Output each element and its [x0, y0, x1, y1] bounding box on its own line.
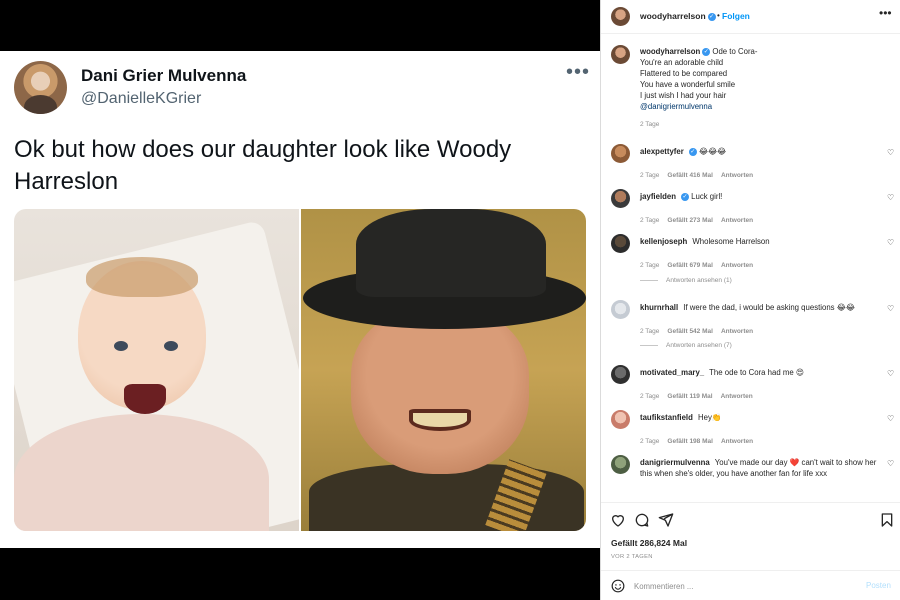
reply-button[interactable]: Antworten: [721, 262, 753, 269]
post-header: woodyharrelson ✓ • Folgen •••: [601, 0, 900, 34]
comment-text: Hey👏: [698, 413, 722, 422]
comment-item: alexpettyfer ✓ 😂😂😂 2 Tage Gefällt 416 Mal A…: [601, 144, 900, 188]
heart-icon[interactable]: ♡: [887, 460, 895, 468]
likes-count[interactable]: Gefällt 286,824 Mal: [611, 538, 687, 548]
comment-text: Wholesome Harrelson: [692, 237, 770, 246]
avatar[interactable]: [611, 144, 630, 163]
comment-item: kellenjoseph Wholesome Harrelson 2 Tage G…: [601, 234, 900, 278]
comment-icon[interactable]: [634, 512, 650, 528]
heart-icon[interactable]: ♡: [887, 305, 895, 313]
comment-item: motivated_mary_ The ode to Cora had me 😍…: [601, 365, 900, 409]
post-username[interactable]: woodyharrelson ✓: [640, 11, 716, 21]
comment-likes[interactable]: Gefällt 273 Mal: [667, 217, 713, 224]
add-comment-bar: Posten: [601, 570, 900, 600]
tweet-card: Dani Grier Mulvenna @DanielleKGrier ••• …: [0, 51, 600, 548]
caption-time: 2 Tage: [640, 121, 660, 128]
post-timestamp: VOR 2 TAGEN: [611, 554, 653, 560]
comment-username[interactable]: motivated_mary_: [640, 368, 704, 377]
comment-username[interactable]: alexpettyfer: [640, 147, 684, 156]
heart-icon[interactable]: ♡: [887, 370, 895, 378]
comment-username[interactable]: kellenjoseph: [640, 237, 687, 246]
comment-text: Luck girl!: [691, 192, 723, 201]
comment-likes[interactable]: Gefällt 542 Mal: [667, 328, 713, 335]
comment-username[interactable]: danigriermulvenna: [640, 458, 710, 467]
reply-button[interactable]: Antworten: [721, 328, 753, 335]
tweet-author-name: Dani Grier Mulvenna: [81, 66, 247, 85]
reply-button[interactable]: Antworten: [721, 172, 753, 179]
follow-button[interactable]: Folgen: [722, 11, 750, 21]
comment-input[interactable]: [634, 579, 854, 593]
comment-username[interactable]: jayfielden: [640, 192, 676, 201]
avatar[interactable]: [611, 300, 630, 319]
verified-badge-icon: ✓: [680, 192, 689, 201]
comment-item: danigriermulvenna You've made our day ❤️…: [601, 455, 900, 500]
comment-text: 😂😂😂: [698, 147, 727, 156]
separator-dot: •: [717, 11, 720, 20]
avatar[interactable]: [611, 365, 630, 384]
avatar[interactable]: [611, 7, 630, 26]
comment-username[interactable]: taufikstanfield: [640, 413, 693, 422]
post-actions: Gefällt 286,824 Mal VOR 2 TAGEN Posten: [601, 502, 900, 600]
reply-button[interactable]: Antworten: [721, 393, 753, 400]
avatar[interactable]: [611, 189, 630, 208]
reply-button[interactable]: Antworten: [721, 438, 753, 445]
caption-text: woodyharrelson ✓ Ode to Cora- You're an a…: [640, 47, 758, 111]
verified-badge-icon: ✓: [688, 147, 697, 156]
post-sidebar: woodyharrelson ✓ • Folgen ••• woodyharrel…: [600, 0, 900, 600]
mention-link[interactable]: @danigriermulvenna: [640, 102, 712, 111]
comment-likes[interactable]: Gefällt 679 Mal: [667, 262, 713, 269]
tweet-photos: [14, 209, 586, 531]
comment-item: jayfielden ✓ Luck girl! 2 Tage Gefällt 273…: [601, 189, 900, 233]
comment-username[interactable]: khurnrhall: [640, 303, 678, 312]
comment-likes[interactable]: Gefällt 198 Mal: [667, 438, 713, 445]
baby-photo: [14, 209, 299, 531]
reply-button[interactable]: Antworten: [721, 217, 753, 224]
post-media[interactable]: Dani Grier Mulvenna @DanielleKGrier ••• …: [0, 0, 600, 600]
tweet-avatar: [14, 61, 67, 114]
comment-likes[interactable]: Gefällt 119 Mal: [667, 393, 712, 400]
tweet-author-handle: @DanielleKGrier: [81, 90, 202, 107]
more-options-icon[interactable]: •••: [879, 7, 892, 19]
avatar[interactable]: [611, 455, 630, 474]
share-icon[interactable]: [658, 512, 674, 528]
view-replies-button[interactable]: Antworten ansehen (7): [640, 342, 732, 349]
comment-likes[interactable]: Gefällt 416 Mal: [667, 172, 713, 179]
tweet-more-icon: •••: [566, 61, 591, 83]
view-replies-button[interactable]: Antworten ansehen (1): [640, 277, 732, 284]
bookmark-icon[interactable]: [879, 512, 895, 528]
comments-list[interactable]: woodyharrelson ✓ Ode to Cora- You're an a…: [601, 35, 900, 500]
heart-icon[interactable]: [610, 512, 626, 528]
avatar[interactable]: [611, 45, 630, 64]
comment-text: If were the dad, i would be asking quest…: [683, 303, 855, 312]
avatar[interactable]: [611, 234, 630, 253]
comment-item: taufikstanfield Hey👏 2 Tage Gefällt 198 M…: [601, 410, 900, 454]
verified-badge-icon: ✓: [707, 12, 716, 21]
emoji-icon[interactable]: [611, 579, 625, 593]
post-comment-button[interactable]: Posten: [866, 581, 891, 590]
heart-icon[interactable]: ♡: [887, 194, 895, 202]
heart-icon[interactable]: ♡: [887, 149, 895, 157]
woody-photo: [301, 209, 586, 531]
avatar[interactable]: [611, 410, 630, 429]
heart-icon[interactable]: ♡: [887, 239, 895, 247]
caption-username[interactable]: woodyharrelson: [640, 47, 700, 56]
comment-text: The ode to Cora had me 😍: [709, 368, 804, 377]
tweet-text: Ok but how does our daughter look like W…: [14, 136, 512, 195]
comment-item: khurnrhall If were the dad, i would be a…: [601, 300, 900, 344]
heart-icon[interactable]: ♡: [887, 415, 895, 423]
verified-badge-icon: ✓: [702, 47, 711, 56]
